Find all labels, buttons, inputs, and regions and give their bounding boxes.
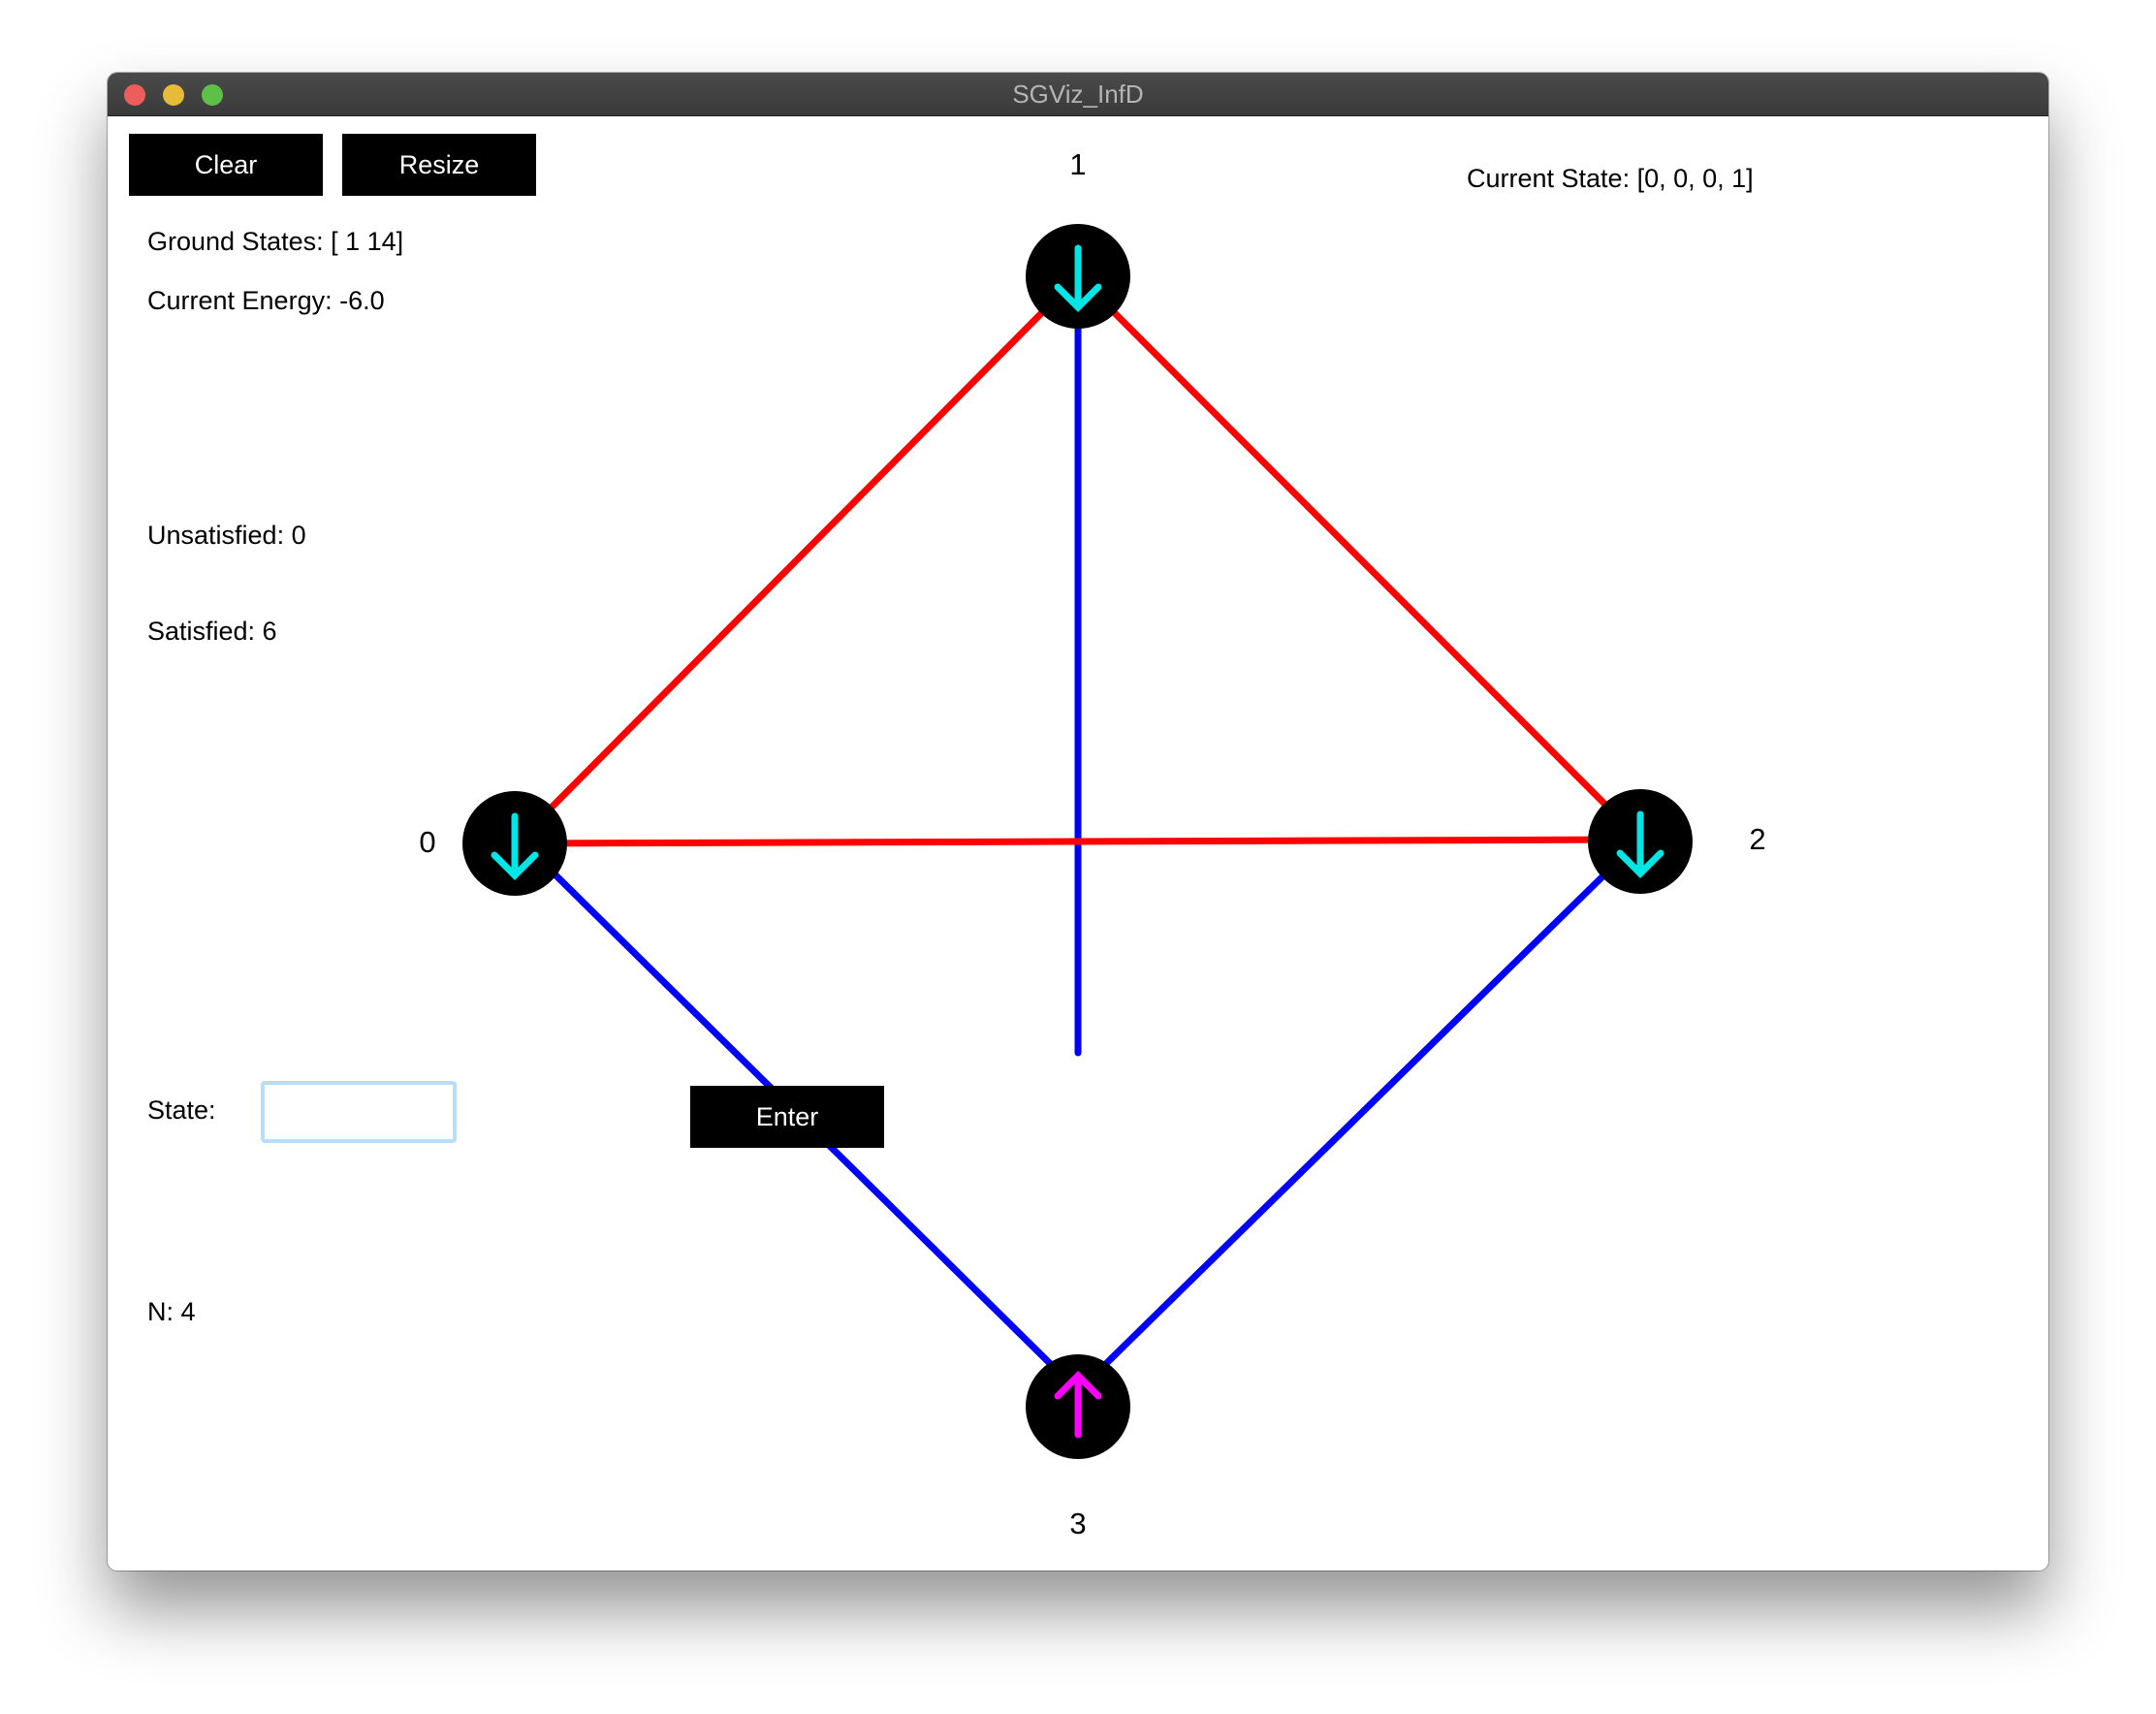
clear-button[interactable]: Clear — [129, 134, 323, 196]
edge-2-3 — [1074, 836, 1644, 1395]
current-state-text: Current State: [0, 0, 0, 1] — [1467, 164, 1754, 193]
edge-0-2 — [516, 836, 1644, 847]
main-canvas: 0 1 2 3 Clear Resize Current State: [0, … — [108, 116, 2048, 1571]
n-count-text: N: 4 — [147, 1297, 196, 1326]
app-window: SGViz_InfD 0 1 2 3 Clear Resize Current … — [108, 73, 2048, 1571]
title-bar[interactable]: SGViz_InfD — [108, 73, 2048, 116]
resize-button[interactable]: Resize — [342, 134, 536, 196]
spin-node-0[interactable] — [462, 791, 567, 896]
node-label-0: 0 — [419, 825, 436, 859]
ground-states-text: Ground States: [ 1 14] — [147, 227, 404, 256]
satisfied-count-text: Satisfied: 6 — [147, 617, 277, 646]
unsatisfied-count-text: Unsatisfied: 0 — [147, 521, 306, 550]
node-label-1: 1 — [1069, 147, 1087, 181]
enter-button[interactable]: Enter — [690, 1086, 884, 1148]
current-energy-text: Current Energy: -6.0 — [147, 286, 385, 315]
desktop: SGViz_InfD 0 1 2 3 Clear Resize Current … — [0, 0, 2156, 1714]
state-input[interactable] — [261, 1081, 457, 1143]
spin-node-3[interactable] — [1026, 1354, 1130, 1459]
spin-node-1[interactable] — [1026, 224, 1130, 329]
edge-0-1 — [516, 272, 1082, 843]
window-title: SGViz_InfD — [1012, 79, 1144, 109]
edge-1-2 — [1074, 272, 1644, 843]
node-label-3: 3 — [1069, 1507, 1087, 1540]
state-label: State: — [147, 1095, 216, 1125]
spin-node-2[interactable] — [1588, 789, 1693, 894]
node-label-2: 2 — [1749, 822, 1766, 856]
